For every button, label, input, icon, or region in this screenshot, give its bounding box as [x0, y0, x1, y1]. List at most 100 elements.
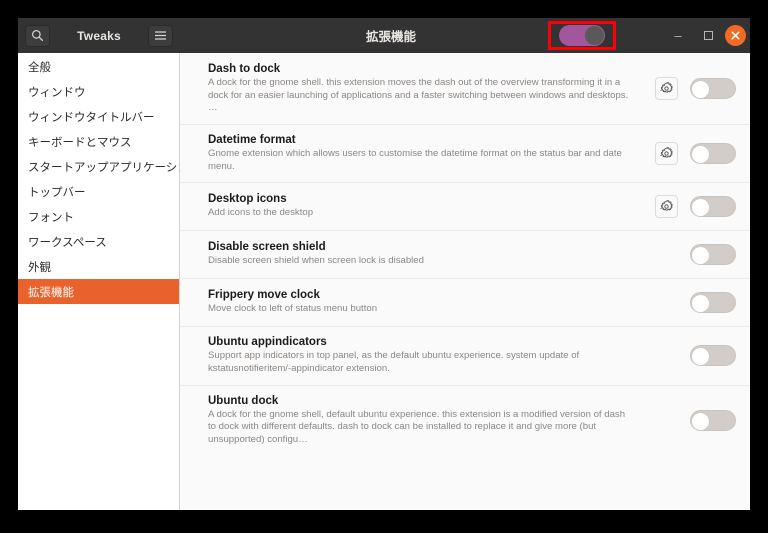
switch-knob [691, 246, 710, 266]
sidebar-item-label: トップバー [28, 186, 86, 199]
header-left-section: Tweaks [18, 18, 180, 53]
extension-row: Frippery move clock Move clock to left o… [180, 279, 750, 328]
extension-toggle[interactable] [690, 410, 736, 432]
sidebar-item-fonts[interactable]: フォント [18, 204, 179, 229]
extension-toggle[interactable] [690, 244, 736, 266]
sidebar-item-label: フォント [28, 211, 74, 224]
extension-description: Support app indicators in top panel, as … [208, 350, 580, 374]
window-controls: – [665, 18, 746, 53]
maximize-icon [703, 31, 713, 40]
extension-settings-button[interactable] [655, 77, 678, 101]
switch-knob [691, 347, 710, 367]
extension-name: Ubuntu dock [208, 394, 279, 407]
tweaks-window: Tweaks 拡張機能 – 全般 ウィンドウ ウィンドウタイトルバー キーボード… [18, 18, 750, 510]
window-body: 全般 ウィンドウ ウィンドウタイトルバー キーボードとマウス スタートアップアプ… [18, 53, 750, 510]
sidebar: 全般 ウィンドウ ウィンドウタイトルバー キーボードとマウス スタートアップアプ… [18, 53, 200, 510]
extension-row: Desktop icons Add icons to the desktop [180, 183, 750, 232]
extension-toggle[interactable] [690, 143, 736, 165]
sidebar-item-extensions[interactable]: 拡張機能 [18, 279, 179, 304]
extension-controls [651, 243, 736, 266]
extensions-master-switch[interactable] [559, 25, 605, 46]
minimize-icon: – [674, 28, 682, 43]
switch-knob [691, 412, 710, 432]
extension-toggle[interactable] [690, 78, 736, 100]
settings-placeholder [655, 243, 678, 266]
settings-placeholder [655, 291, 678, 314]
extension-description: Add icons to the desktop [208, 207, 314, 219]
search-icon [31, 29, 44, 42]
extension-text: Disable screen shield Disable screen shi… [208, 241, 651, 268]
sidebar-item-keyboard-mouse[interactable]: キーボードとマウス [18, 129, 179, 154]
extension-description: Gnome extension which allows users to cu… [208, 147, 622, 172]
sidebar-item-label: 全般 [28, 61, 51, 74]
settings-placeholder [655, 409, 678, 432]
extension-controls [651, 142, 736, 166]
sidebar-item-label: 外観 [28, 261, 51, 274]
menu-button[interactable] [147, 24, 173, 47]
maximize-button[interactable] [695, 23, 721, 49]
sidebar-item-general[interactable]: 全般 [18, 54, 179, 79]
extension-toggle[interactable] [690, 196, 736, 218]
sidebar-item-label: キーボードとマウス [28, 136, 132, 149]
switch-knob [691, 294, 710, 314]
sidebar-item-workspaces[interactable]: ワークスペース [18, 229, 179, 254]
close-icon [731, 31, 740, 40]
extension-controls [651, 77, 736, 101]
header-bar: Tweaks 拡張機能 – [18, 18, 750, 53]
sidebar-item-windows[interactable]: ウィンドウ [18, 79, 179, 104]
extension-toggle[interactable] [690, 292, 736, 314]
gear-icon [660, 200, 673, 213]
switch-knob [691, 198, 710, 218]
extension-controls [651, 195, 736, 219]
sidebar-item-top-bar[interactable]: トップバー [18, 179, 179, 204]
extension-description: Disable screen shield when screen lock i… [208, 255, 424, 267]
extension-settings-button[interactable] [655, 195, 678, 219]
extension-name: Dash to dock [208, 63, 281, 75]
extension-toggle[interactable] [690, 345, 736, 367]
extension-controls [651, 344, 736, 367]
extension-text: Desktop icons Add icons to the desktop [208, 193, 651, 220]
extension-text: Ubuntu dock A dock for the gnome shell, … [208, 395, 651, 447]
extension-description: A dock for the gnome shell. this extensi… [208, 77, 629, 114]
sidebar-item-label: スタートアップアプリケーション [28, 161, 201, 174]
search-button[interactable] [25, 24, 50, 47]
sidebar-item-window-titlebars[interactable]: ウィンドウタイトルバー [18, 104, 179, 129]
sidebar-item-label: ウィンドウ [28, 86, 86, 99]
sidebar-item-label: ワークスペース [28, 236, 107, 249]
extension-name: Desktop icons [208, 193, 287, 206]
hamburger-menu-icon [154, 30, 167, 41]
extension-description: A dock for the gnome shell, default ubun… [208, 408, 626, 445]
extension-row: Ubuntu appindicators Support app indicat… [180, 327, 750, 386]
extension-name: Ubuntu appindicators [208, 336, 327, 349]
extension-settings-button[interactable] [655, 142, 678, 166]
extension-text: Dash to dock A dock for the gnome shell.… [208, 63, 651, 115]
close-button[interactable] [725, 25, 746, 46]
extension-text: Datetime format Gnome extension which al… [208, 134, 651, 173]
extension-controls [651, 409, 736, 432]
extension-name: Disable screen shield [208, 241, 326, 254]
extension-text: Frippery move clock Move clock to left o… [208, 289, 651, 316]
master-switch-annotation [548, 21, 616, 50]
switch-knob [585, 26, 604, 45]
sidebar-item-label: 拡張機能 [28, 286, 74, 299]
extensions-list: Dash to dock A dock for the gnome shell.… [180, 53, 750, 510]
extension-description: Move clock to left of status menu button [208, 303, 378, 315]
app-title: Tweaks [77, 28, 121, 43]
settings-placeholder [655, 344, 678, 367]
switch-knob [691, 80, 710, 100]
extension-row: Disable screen shield Disable screen shi… [180, 231, 750, 280]
extension-row: Dash to dock A dock for the gnome shell.… [180, 54, 750, 125]
extension-row: Ubuntu dock A dock for the gnome shell, … [180, 386, 750, 456]
sidebar-item-appearance[interactable]: 外観 [18, 254, 179, 279]
gear-icon [660, 82, 673, 95]
minimize-button[interactable]: – [665, 23, 691, 49]
extension-name: Frippery move clock [208, 289, 320, 302]
extension-name: Datetime format [208, 133, 296, 146]
extension-controls [651, 291, 736, 314]
sidebar-item-label: ウィンドウタイトルバー [28, 111, 155, 124]
extension-text: Ubuntu appindicators Support app indicat… [208, 336, 651, 375]
gear-icon [660, 147, 673, 160]
sidebar-item-startup-applications[interactable]: スタートアップアプリケーション [18, 154, 200, 179]
header-right-section: 拡張機能 – [180, 18, 750, 53]
switch-knob [691, 145, 710, 165]
